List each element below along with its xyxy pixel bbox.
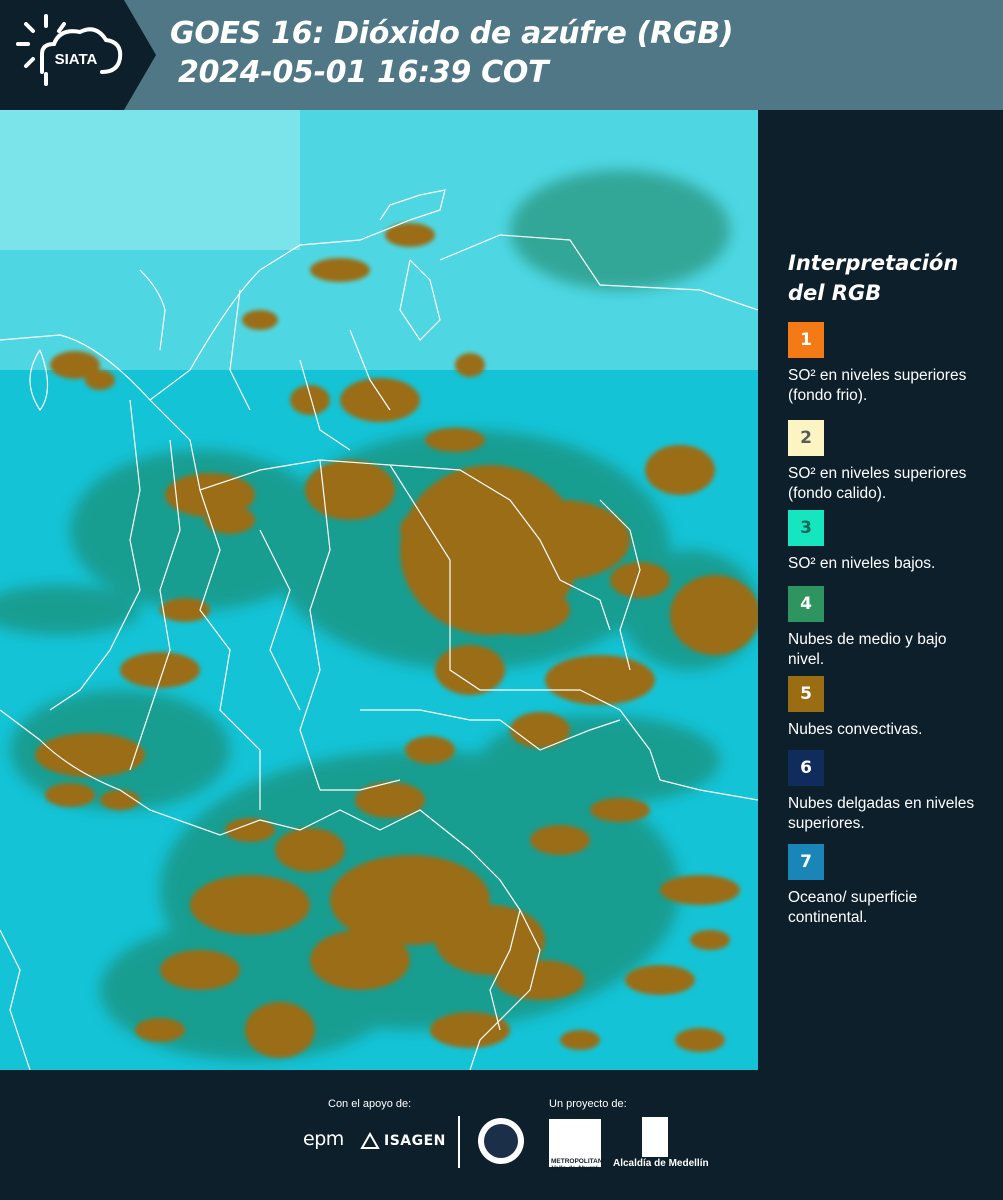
legend-label: Nubes de medio y bajo nivel. xyxy=(788,631,947,668)
legend-item-3: 3 SO² en niveles bajos. xyxy=(788,510,998,574)
header: SIATA GOES 16: Dióxido de azúfre (RGB) 2… xyxy=(0,0,1003,110)
legend-item-2: 2 SO² en niveles superiores (fondo calido… xyxy=(788,420,998,504)
legend-label: Nubes delgadas en niveles superiores. xyxy=(788,795,975,832)
legend-label: Oceano/ superficie continental. xyxy=(788,889,918,926)
legend-swatch: 1 xyxy=(788,322,824,358)
support-label: Con el apoyo de: xyxy=(328,1098,412,1110)
legend-label: SO² en niveles superiores (fondo frio). xyxy=(788,367,967,404)
siata-logo-icon: SIATA xyxy=(16,14,123,86)
alcaldia-label: Alcaldía de Medellín xyxy=(613,1158,709,1169)
legend-item-4: 4 Nubes de medio y bajo nivel. xyxy=(788,586,998,670)
legend-item-5: 5 Nubes convectivas. xyxy=(788,676,998,740)
legend-item-7: 7 Oceano/ superficie continental. xyxy=(788,844,998,928)
legend-label: Nubes convectivas. xyxy=(788,721,923,738)
isagen-icon xyxy=(360,1132,380,1149)
legend-title: Interpretación del RGB xyxy=(788,251,959,305)
page-title: GOES 16: Dióxido de azúfre (RGB) xyxy=(170,16,734,51)
legend-panel: Interpretación del RGB 1 SO² en niveles s… xyxy=(758,110,1003,1070)
legend-label: SO² en niveles superiores (fondo calido)… xyxy=(788,465,967,502)
legend-swatch: 4 xyxy=(788,586,824,622)
footer-divider xyxy=(458,1116,460,1168)
satellite-map xyxy=(0,110,758,1070)
legend-swatch: 7 xyxy=(788,844,824,880)
area-metropolitana-text: METROPOLITANA Valle de Aburrá xyxy=(551,1158,608,1172)
legend-item-6: 6 Nubes delgadas en niveles superiores. xyxy=(788,750,998,834)
legend-swatch: 3 xyxy=(788,510,824,546)
timestamp: 2024-05-01 16:39 COT xyxy=(178,55,549,90)
legend-item-1: 1 SO² en niveles superiores (fondo frio). xyxy=(788,322,998,406)
legend-swatch: 2 xyxy=(788,420,824,456)
epm-logo: epm xyxy=(303,1128,344,1150)
isagen-logo: ISAGEN xyxy=(384,1133,446,1149)
project-label: Un proyecto de: xyxy=(549,1098,627,1110)
medellin-seal-icon xyxy=(478,1118,524,1164)
footer: Con el apoyo de: Un proyecto de: epm ISA… xyxy=(0,1070,1003,1200)
logo-block: SIATA xyxy=(0,0,156,110)
svg-text:SIATA: SIATA xyxy=(55,51,98,68)
legend-swatch: 5 xyxy=(788,676,824,712)
legend-swatch: 6 xyxy=(788,750,824,786)
alcaldia-shield-icon xyxy=(642,1117,668,1157)
legend-label: SO² en niveles bajos. xyxy=(788,555,936,572)
